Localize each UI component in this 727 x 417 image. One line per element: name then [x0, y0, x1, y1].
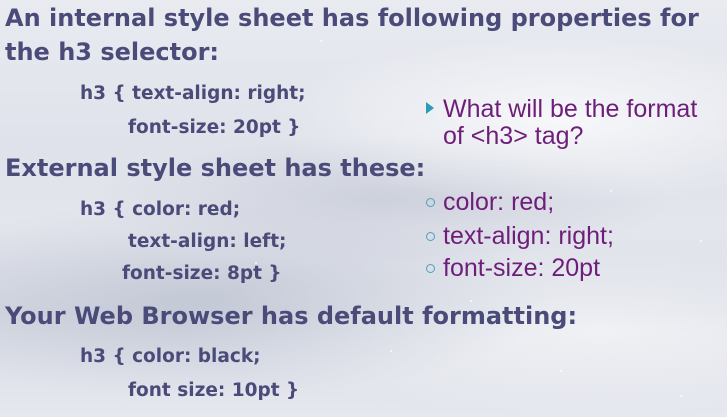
circle-bullet-icon	[426, 198, 435, 207]
internal-heading-line2: the h3 selector:	[5, 38, 220, 66]
snowflake	[560, 370, 562, 372]
browser-heading: Your Web Browser has default formatting:	[5, 302, 578, 330]
circle-bullet-icon	[426, 264, 435, 273]
circle-bullet-icon	[426, 232, 435, 241]
internal-code-line1: h3 { text-align: right;	[80, 83, 306, 104]
snowflake	[320, 40, 322, 42]
slide: An internal style sheet has following pr…	[0, 0, 727, 417]
external-code-line1: h3 { color: red;	[80, 199, 241, 220]
internal-heading-line1: An internal style sheet has following pr…	[5, 4, 699, 32]
snowflake	[700, 240, 702, 242]
question-line2: of <h3> tag?	[443, 122, 584, 150]
answer-text: text-align: right;	[443, 222, 614, 250]
snowflake	[610, 190, 612, 192]
internal-code-line2: font-size: 20pt }	[128, 117, 301, 138]
answer-text: color: red;	[443, 188, 555, 216]
browser-code-line1: h3 { color: black;	[80, 346, 261, 367]
external-code-line2: text-align: left;	[128, 231, 287, 252]
snowflake	[680, 395, 682, 397]
browser-code-line2: font size: 10pt }	[128, 380, 300, 401]
external-heading: External style sheet has these:	[5, 154, 426, 182]
question-line1: What will be the format	[443, 95, 698, 123]
external-code-line3: font-size: 8pt }	[122, 263, 282, 284]
answer-text: font-size: 20pt	[443, 254, 601, 282]
triangle-bullet-icon	[426, 102, 434, 114]
snowflake	[390, 350, 392, 352]
